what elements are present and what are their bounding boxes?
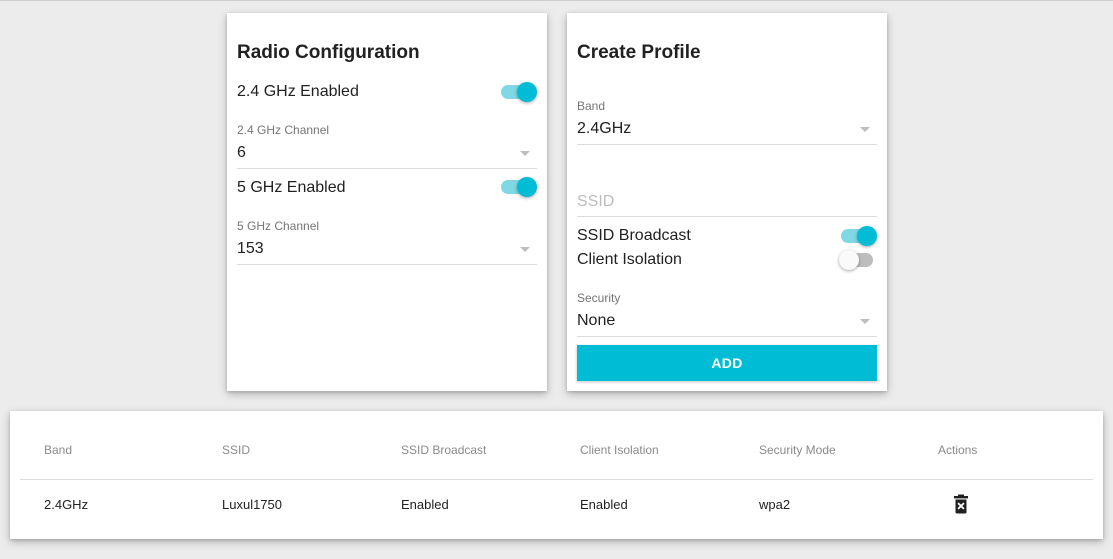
band24-channel-value: 6 (237, 144, 246, 161)
column-header-band: Band (44, 443, 73, 457)
column-header-security-mode: Security Mode (759, 443, 836, 457)
ssid-broadcast-label: SSID Broadcast (577, 227, 691, 244)
toggle-thumb (857, 226, 877, 246)
ssid-broadcast-toggle[interactable] (841, 226, 877, 246)
profiles-table-card: Band SSID SSID Broadcast Client Isolatio… (10, 411, 1103, 539)
chevron-down-icon (520, 247, 530, 252)
cell-band: 2.4GHz (44, 497, 89, 512)
field-underline (577, 144, 877, 145)
band24-enabled-toggle[interactable] (501, 82, 537, 102)
band5-channel-value: 153 (237, 240, 264, 257)
column-header-client-isolation: Client Isolation (580, 443, 659, 457)
column-header-ssid: SSID (222, 443, 251, 457)
band-label: Band (577, 99, 606, 113)
column-header-actions: Actions (938, 443, 978, 457)
chevron-down-icon (860, 319, 870, 324)
chevron-down-icon (860, 127, 870, 132)
client-isolation-toggle[interactable] (839, 250, 875, 270)
table-divider (20, 479, 1093, 480)
radio-configuration-title: Radio Configuration (237, 42, 420, 63)
band5-channel-label: 5 GHz Channel (237, 219, 320, 233)
add-button[interactable]: ADD (577, 345, 877, 381)
cell-security-mode: wpa2 (759, 497, 791, 512)
create-profile-title: Create Profile (577, 42, 701, 63)
field-underline (577, 336, 877, 337)
client-isolation-label: Client Isolation (577, 251, 682, 268)
band5-enabled-label: 5 GHz Enabled (237, 179, 346, 196)
band24-channel-label: 2.4 GHz Channel (237, 123, 330, 137)
security-label: Security (577, 291, 621, 305)
band-value: 2.4GHz (577, 120, 632, 137)
field-underline (577, 216, 877, 217)
toggle-thumb (517, 82, 537, 102)
ssid-placeholder: SSID (577, 193, 615, 210)
delete-profile-button[interactable] (953, 494, 969, 514)
security-value: None (577, 312, 616, 329)
cell-client-isolation: Enabled (580, 497, 628, 512)
delete-icon (954, 494, 968, 514)
band5-enabled-toggle[interactable] (501, 177, 537, 197)
field-underline (237, 264, 537, 265)
create-profile-card: Create Profile Band 2.4GHz SSID SSID Bro… (567, 13, 887, 391)
field-underline (237, 168, 537, 169)
toggle-thumb (517, 177, 537, 197)
column-header-ssid-broadcast: SSID Broadcast (401, 443, 487, 457)
cell-ssid: Luxul1750 (222, 497, 282, 512)
toggle-thumb (839, 250, 859, 270)
cell-ssid-broadcast: Enabled (401, 497, 449, 512)
chevron-down-icon (520, 151, 530, 156)
band24-enabled-label: 2.4 GHz Enabled (237, 83, 359, 100)
radio-configuration-card: Radio Configuration 2.4 GHz Enabled 2.4 … (227, 13, 547, 391)
